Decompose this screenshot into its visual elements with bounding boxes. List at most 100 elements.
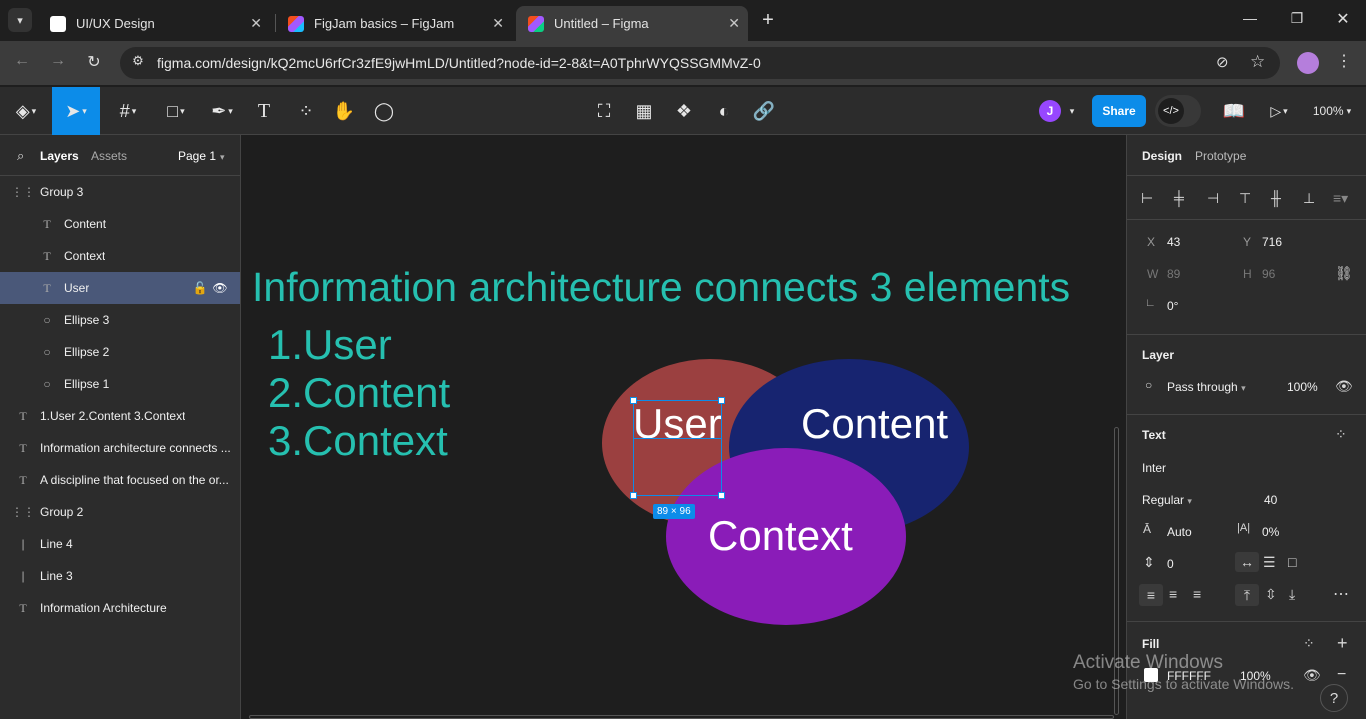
help-icon[interactable]: ? [1320,684,1348,712]
line-height-input[interactable]: Auto [1167,525,1192,539]
component-icon[interactable]: ❖ [670,87,698,135]
distribute-icon[interactable]: ≡▾ [1333,190,1348,207]
tab-ui-ux-design[interactable]: UI/UX Design ✕ [38,6,270,41]
vertical-align-top-icon[interactable]: ⤒ [1235,584,1259,606]
pen-tool-icon[interactable]: ✒ ▾ [202,87,242,135]
url-input[interactable]: ⚙ figma.com/design/kQ2mcU6rfCr3zfE9jwHmL… [120,47,1280,79]
resize-handle-tl[interactable] [630,397,637,404]
venn-label-context[interactable]: Context [708,512,853,560]
x-input[interactable]: 43 [1167,235,1180,249]
align-bottom-icon[interactable]: ⊥ [1303,190,1315,207]
bookmark-star-icon[interactable]: ☆ [1250,52,1265,72]
present-play-icon[interactable]: ▷ ▾ [1264,87,1294,135]
constrain-proportions-icon[interactable]: ⛓ [1335,265,1353,282]
layer-row[interactable]: ○ Ellipse 2 [0,336,240,368]
rotation-input[interactable]: 0° [1167,299,1178,313]
tab-figjam-basics[interactable]: FigJam basics – FigJam ✕ [276,6,512,41]
visibility-eye-icon[interactable]: 👁 [1335,378,1353,395]
fixed-size-icon[interactable]: □ [1288,554,1296,570]
vertical-align-bottom-icon[interactable]: ⤓ [1289,586,1295,603]
tab-prototype[interactable]: Prototype [1195,149,1246,163]
font-weight-select[interactable]: Regular ▾ [1142,493,1192,507]
resources-tool-icon[interactable]: ⁘ [292,87,320,135]
close-tab-icon[interactable]: ✕ [250,15,262,32]
comment-tool-icon[interactable]: ◯ [370,87,398,135]
fill-visibility-eye-icon[interactable]: 👁 [1303,667,1321,684]
resize-handle-bl[interactable] [630,492,637,499]
align-right-icon[interactable]: ⊣ [1207,190,1219,207]
grid-icon[interactable]: ▦ [630,87,658,135]
auto-height-icon[interactable]: ☰ [1263,554,1276,571]
forward-icon[interactable]: → [48,52,68,72]
reload-icon[interactable]: ↻ [84,52,104,72]
text-styles-icon[interactable]: ⁘ [1335,426,1347,443]
layer-row[interactable]: T 1.User 2.Content 3.Context [0,400,240,432]
new-tab-icon[interactable]: + [758,8,778,32]
mask-icon[interactable]: ◐ [710,87,738,135]
layer-row[interactable]: ⋮⋮ Group 3 [0,176,240,208]
text-align-right-icon[interactable]: ≡ [1193,586,1201,602]
venn-label-content[interactable]: Content [801,400,948,448]
tab-design[interactable]: Design [1142,149,1182,163]
zoom-level[interactable]: 100% ▾ [1306,87,1358,135]
layer-row[interactable]: ⋮⋮ Group 2 [0,496,240,528]
unlock-icon[interactable]: 🔓 [193,281,208,295]
add-fill-icon[interactable]: + [1337,633,1348,654]
user-avatar[interactable]: J [1039,100,1061,122]
design-canvas[interactable]: Information architecture connects 3 elem… [241,135,1126,719]
vertical-align-middle-icon[interactable]: ⇳ [1265,586,1277,603]
page-selector[interactable]: Page 1 ▾ [178,149,225,163]
main-menu-icon[interactable]: ◈ ▾ [6,87,46,135]
share-button[interactable]: Share [1092,95,1146,127]
visibility-eye-icon[interactable]: 👁 [212,281,227,295]
align-center-h-icon[interactable]: ╪ [1174,190,1184,206]
fill-styles-icon[interactable]: ⁘ [1303,635,1315,652]
layer-row[interactable]: ○ Ellipse 3 [0,304,240,336]
minimize-icon[interactable]: — [1240,10,1260,30]
back-icon[interactable]: ← [12,52,32,72]
text-tool-icon[interactable]: T [250,87,278,135]
frame-tool-icon[interactable]: # ▾ [108,87,148,135]
avatar-chevron-icon[interactable]: ▾ [1064,87,1080,135]
font-size-input[interactable]: 40 [1264,493,1277,507]
no-tracking-icon[interactable]: ⊘ [1216,53,1229,71]
layer-row[interactable]: T Information architecture connects ... [0,432,240,464]
dev-mode-toggle[interactable]: </> [1155,95,1201,127]
align-top-icon[interactable]: ⊤ [1239,190,1251,207]
layer-row[interactable]: | Line 3 [0,560,240,592]
tab-search-button[interactable]: ▾ [8,8,32,32]
site-info-icon[interactable]: ⚙ [128,53,148,73]
h-input[interactable]: 96 [1262,267,1275,281]
close-tab-icon[interactable]: ✕ [728,15,740,32]
heading-text[interactable]: Information architecture connects 3 elem… [252,264,1070,311]
horizontal-scrollbar[interactable] [249,715,1114,719]
paragraph-spacing-input[interactable]: 0 [1167,557,1174,571]
close-tab-icon[interactable]: ✕ [492,15,504,32]
more-options-icon[interactable]: ⋯ [1333,584,1349,604]
align-center-v-icon[interactable]: ╫ [1271,190,1281,206]
numbered-list[interactable]: 1.User 2.Content 3.Context [268,321,450,465]
tab-untitled-figma[interactable]: Untitled – Figma ✕ [516,6,748,41]
layer-opacity-input[interactable]: 100% [1287,380,1318,394]
layer-row[interactable]: T Context [0,240,240,272]
layer-row[interactable]: ○ Ellipse 1 [0,368,240,400]
layer-row[interactable]: | Line 4 [0,528,240,560]
restore-icon[interactable]: ❐ [1287,10,1307,30]
layer-row[interactable]: T User 🔓 👁 [0,272,240,304]
hand-tool-icon[interactable]: ✋ [330,87,358,135]
tab-assets[interactable]: Assets [91,149,127,163]
auto-width-icon[interactable]: ↔ [1235,552,1259,572]
y-input[interactable]: 716 [1262,235,1282,249]
text-align-left-icon[interactable]: ≡ [1139,584,1163,606]
shape-tool-icon[interactable]: □ ▾ [156,87,196,135]
profile-avatar[interactable] [1297,52,1319,74]
resize-handle-br[interactable] [718,492,725,499]
text-align-center-icon[interactable]: ≡ [1169,586,1177,602]
letter-spacing-input[interactable]: 0% [1262,525,1279,539]
move-tool-button[interactable]: ➤ ▾ [52,87,100,135]
link-icon[interactable]: 🔗 [750,87,778,135]
layer-row[interactable]: T Content [0,208,240,240]
w-input[interactable]: 89 [1167,267,1180,281]
blend-mode-select[interactable]: Pass through ▾ [1167,380,1246,394]
crop-icon[interactable]: ⛶ [590,87,618,135]
